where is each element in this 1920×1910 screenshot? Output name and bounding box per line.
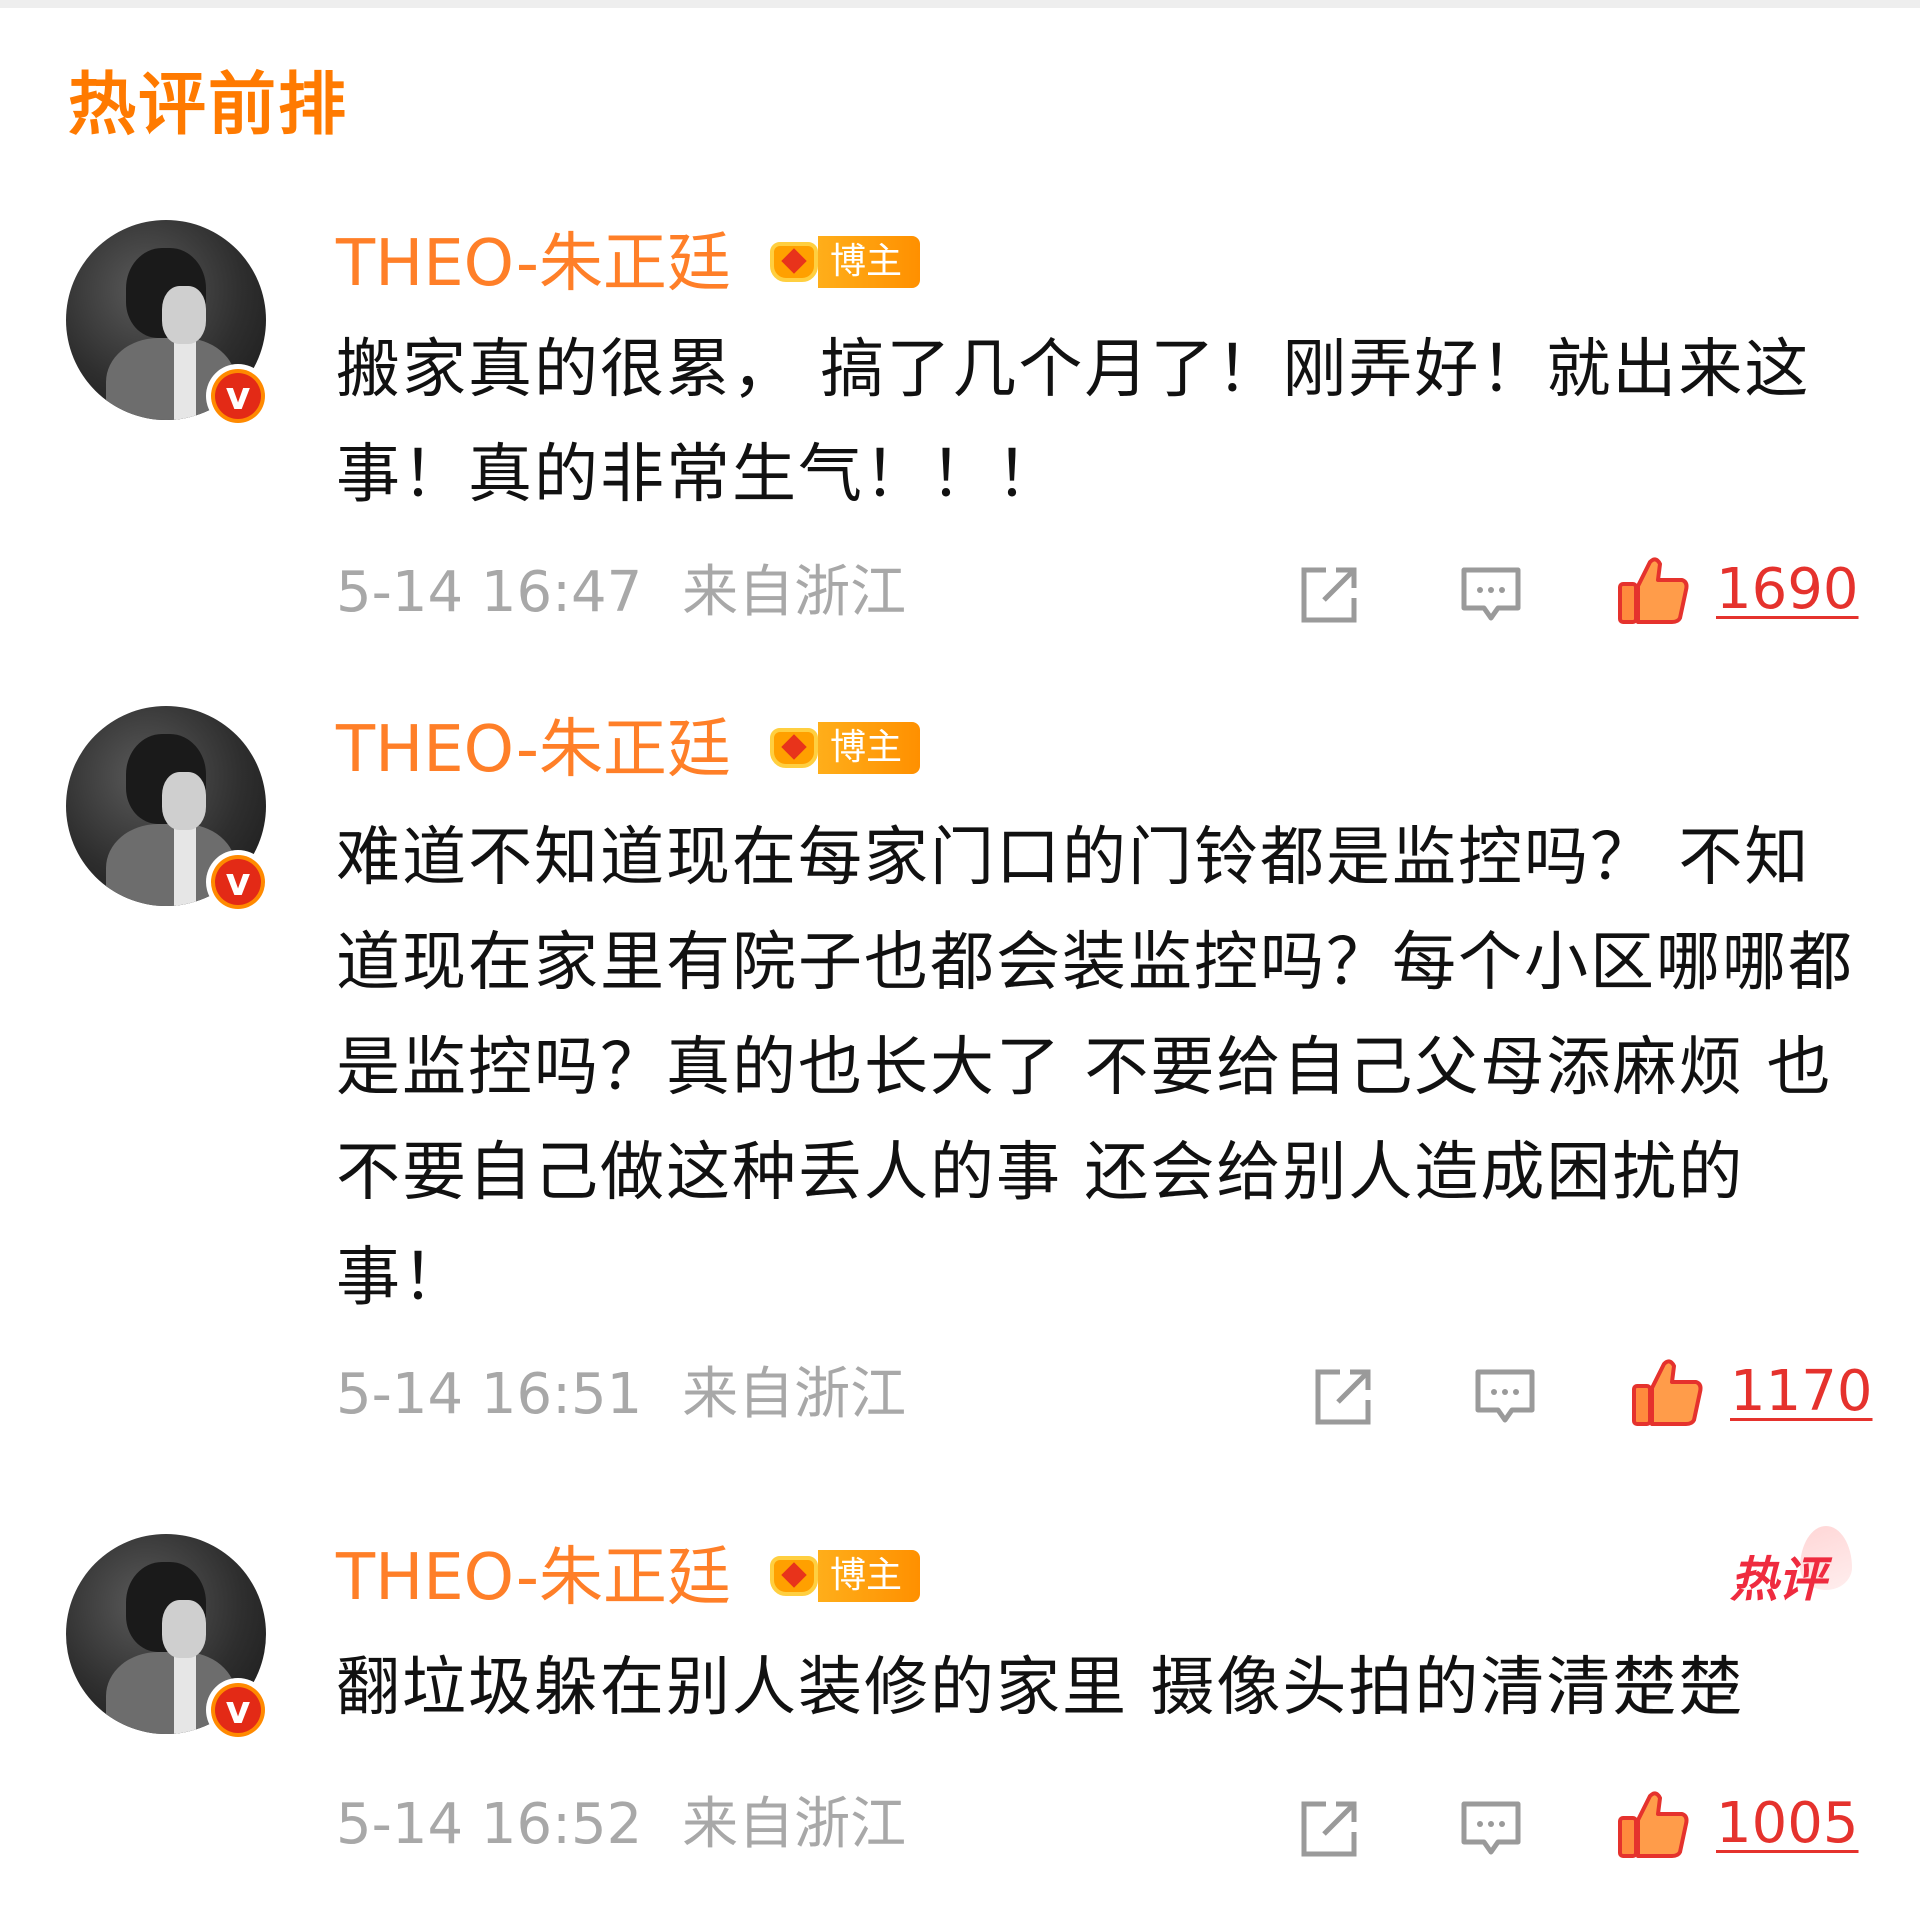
share-icon[interactable] <box>1296 562 1362 628</box>
comment-text: 难道不知道现在每家门口的门铃都是监控吗？ 不知道现在家里有院子也都会装监控吗？每… <box>336 821 1854 1315</box>
thumbs-up-icon <box>1618 557 1689 624</box>
like-count: 1005 <box>1716 1791 1859 1856</box>
username[interactable]: THEO-朱正廷 <box>336 710 731 790</box>
username[interactable]: THEO-朱正廷 <box>336 224 731 304</box>
thumbs-up-icon <box>1618 1791 1689 1858</box>
blogger-badge: 博主 <box>760 234 921 290</box>
hot-comment-tag: 热评 <box>1730 1552 1827 1608</box>
verified-badge-icon: v <box>206 364 270 428</box>
comment-text: 搬家真的很累， 搞了几个月了！刚弄好！就出来这事！真的非常生气！！！ <box>336 333 1811 512</box>
comment-meta: 5-14 16:51 来自浙江 <box>336 1360 906 1430</box>
crown-icon <box>760 234 826 290</box>
section-title: 热评前排 <box>68 66 349 145</box>
username[interactable]: THEO-朱正廷 <box>336 1538 731 1618</box>
like-button[interactable]: 1690 <box>1616 552 1859 628</box>
comment-time: 5-14 16:51 <box>336 1362 643 1427</box>
like-button[interactable]: 1170 <box>1630 1354 1873 1430</box>
comment-text: 翻垃圾躲在别人装修的家里 摄像头拍的清清楚楚 <box>336 1651 1745 1725</box>
share-icon[interactable] <box>1296 1796 1362 1862</box>
verified-badge-icon: v <box>206 1678 270 1742</box>
share-icon[interactable] <box>1310 1364 1376 1430</box>
comment-icon[interactable] <box>1458 562 1524 628</box>
comment-meta: 5-14 16:47 来自浙江 <box>336 558 906 628</box>
comment-icon[interactable] <box>1472 1364 1538 1430</box>
comment-meta: 5-14 16:52 来自浙江 <box>336 1790 906 1860</box>
thumbs-up-icon <box>1632 1359 1703 1426</box>
comment-icon[interactable] <box>1458 1796 1524 1862</box>
comment-location: 来自浙江 <box>682 560 907 625</box>
crown-icon <box>760 1548 826 1604</box>
like-count: 1170 <box>1730 1359 1873 1424</box>
crown-icon <box>760 720 826 776</box>
like-button[interactable]: 1005 <box>1616 1786 1859 1862</box>
blogger-badge: 博主 <box>760 720 921 776</box>
top-divider <box>0 0 1920 8</box>
comment-location: 来自浙江 <box>682 1362 907 1427</box>
blogger-badge-label: 博主 <box>818 236 921 288</box>
blogger-badge: 博主 <box>760 1548 921 1604</box>
comment-time: 5-14 16:52 <box>336 1792 643 1857</box>
verified-badge-icon: v <box>206 850 270 914</box>
comment-time: 5-14 16:47 <box>336 560 643 625</box>
like-count: 1690 <box>1716 557 1859 622</box>
blogger-badge-label: 博主 <box>818 1550 921 1602</box>
comment-location: 来自浙江 <box>682 1792 907 1857</box>
blogger-badge-label: 博主 <box>818 722 921 774</box>
